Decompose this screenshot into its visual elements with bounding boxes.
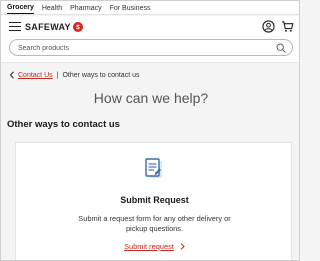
breadcrumb-separator: | xyxy=(56,71,59,79)
submit-request-link-label: Submit request xyxy=(124,242,174,251)
tab-health[interactable]: Health xyxy=(42,5,62,14)
menu-icon[interactable] xyxy=(9,22,21,31)
category-tabs: Grocery Health Pharmacy For Business xyxy=(1,1,299,15)
chevron-right-icon xyxy=(180,243,185,250)
chevron-left-icon[interactable] xyxy=(9,71,15,79)
submit-request-card: Submit Request Submit a request form for… xyxy=(15,142,293,260)
logo-text: SAFEWAY xyxy=(25,22,71,32)
safeway-logo[interactable]: SAFEWAY xyxy=(25,21,83,33)
page-title: How can we help? xyxy=(93,90,209,106)
tab-grocery[interactable]: Grocery xyxy=(7,4,34,14)
search-bar xyxy=(1,38,299,63)
tab-for-business[interactable]: For Business xyxy=(110,5,151,14)
search-input[interactable] xyxy=(18,42,258,54)
logo-s-icon xyxy=(72,22,83,32)
breadcrumb-contact-us-link[interactable]: Contact Us xyxy=(18,72,53,79)
submit-request-link[interactable]: Submit request xyxy=(16,242,293,251)
page-frame: Grocery Health Pharmacy For Business SAF… xyxy=(0,0,300,261)
account-icon[interactable] xyxy=(262,20,275,33)
breadcrumb: Contact Us | Other ways to contact us xyxy=(9,70,140,80)
cart-icon[interactable] xyxy=(281,20,294,33)
search-box xyxy=(9,39,293,56)
document-icon xyxy=(145,158,162,178)
search-icon[interactable] xyxy=(276,43,286,53)
site-header: SAFEWAY xyxy=(1,16,299,38)
tab-pharmacy[interactable]: Pharmacy xyxy=(70,5,102,14)
breadcrumb-current: Other ways to contact us xyxy=(62,71,140,79)
card-description: Submit a request form for any other deli… xyxy=(78,214,231,233)
card-title: Submit Request xyxy=(120,195,189,205)
section-title: Other ways to contact us xyxy=(7,119,120,130)
